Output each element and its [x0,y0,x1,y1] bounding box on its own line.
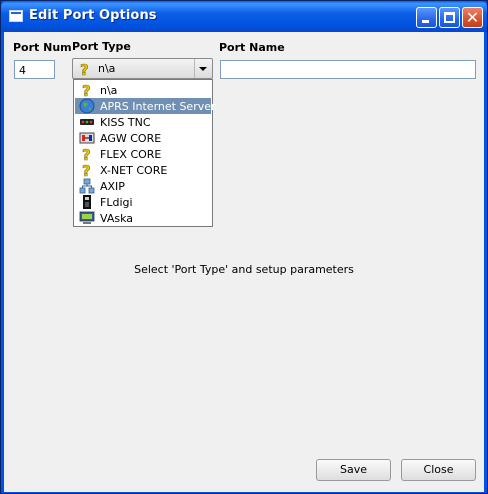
edit-port-options-window: Edit Port Options ✕ Port Num Port Type P… [0,0,488,494]
port-type-value: n\a [98,62,116,75]
question-icon: ? [80,61,89,77]
port-type-dropdown-list: ? n\a APRS Internet Server KISS TNC AGW … [73,79,216,227]
minimize-button[interactable] [416,7,437,28]
svg-text:?: ? [82,162,91,178]
save-button[interactable]: Save [316,459,391,481]
question-icon: ? [82,162,91,178]
globe-icon [79,98,95,114]
port-type-select[interactable]: ? n\a [72,58,213,79]
window-icon [9,10,23,22]
maximize-icon [444,12,455,23]
close-window-button[interactable]: ✕ [462,7,483,28]
option-na[interactable]: ? n\a [75,82,211,98]
tnc-icon [80,119,94,125]
window-title: Edit Port Options [29,8,157,23]
svg-text:?: ? [82,82,91,98]
port-num-field[interactable]: 4 [14,60,55,79]
title-bar[interactable]: Edit Port Options ✕ [1,1,487,32]
option-flex-core[interactable]: ? FLEX CORE [75,146,211,162]
option-label: VAska [100,212,133,225]
question-icon: ? [82,146,91,162]
svg-text:?: ? [80,61,89,77]
agw-icon [79,132,95,144]
option-axip[interactable]: AXIP [75,178,211,194]
maximize-button[interactable] [439,7,460,28]
option-fldigi[interactable]: FLdigi [75,194,211,210]
port-num-value: 4 [19,64,26,77]
minimize-icon [422,20,429,23]
port-num-label: Port Num [13,41,72,54]
option-label: AXIP [100,180,125,193]
dialog-body: Port Num Port Type Port Name 4 ? n\a ? n… [4,32,484,492]
option-label: AGW CORE [100,132,162,145]
port-name-label: Port Name [219,41,285,54]
close-icon: ✕ [465,8,480,27]
chevron-down-icon[interactable] [194,59,212,78]
status-message: Select 'Port Type' and setup parameters [134,263,354,276]
option-agw-core[interactable]: AGW CORE [75,130,211,146]
option-label: FLEX CORE [100,148,162,161]
network-icon [79,178,95,194]
option-label: n\a [100,84,118,97]
option-kiss-tnc[interactable]: KISS TNC [75,114,211,130]
question-icon: ? [82,82,91,98]
option-label: FLdigi [100,196,133,209]
option-aprs-internet-server[interactable]: APRS Internet Server [75,98,216,114]
svg-text:?: ? [82,146,91,162]
close-button[interactable]: Close [401,459,476,481]
option-label: X-NET CORE [100,164,168,177]
option-vaska[interactable]: VAska [75,210,211,226]
option-x-net-core[interactable]: ? X-NET CORE [75,162,211,178]
port-name-field[interactable] [220,60,476,79]
option-label: KISS TNC [100,116,151,129]
port-type-label: Port Type [72,40,131,53]
radio-icon [83,195,91,209]
option-label: APRS Internet Server [100,100,216,113]
computer-icon [79,211,95,224]
